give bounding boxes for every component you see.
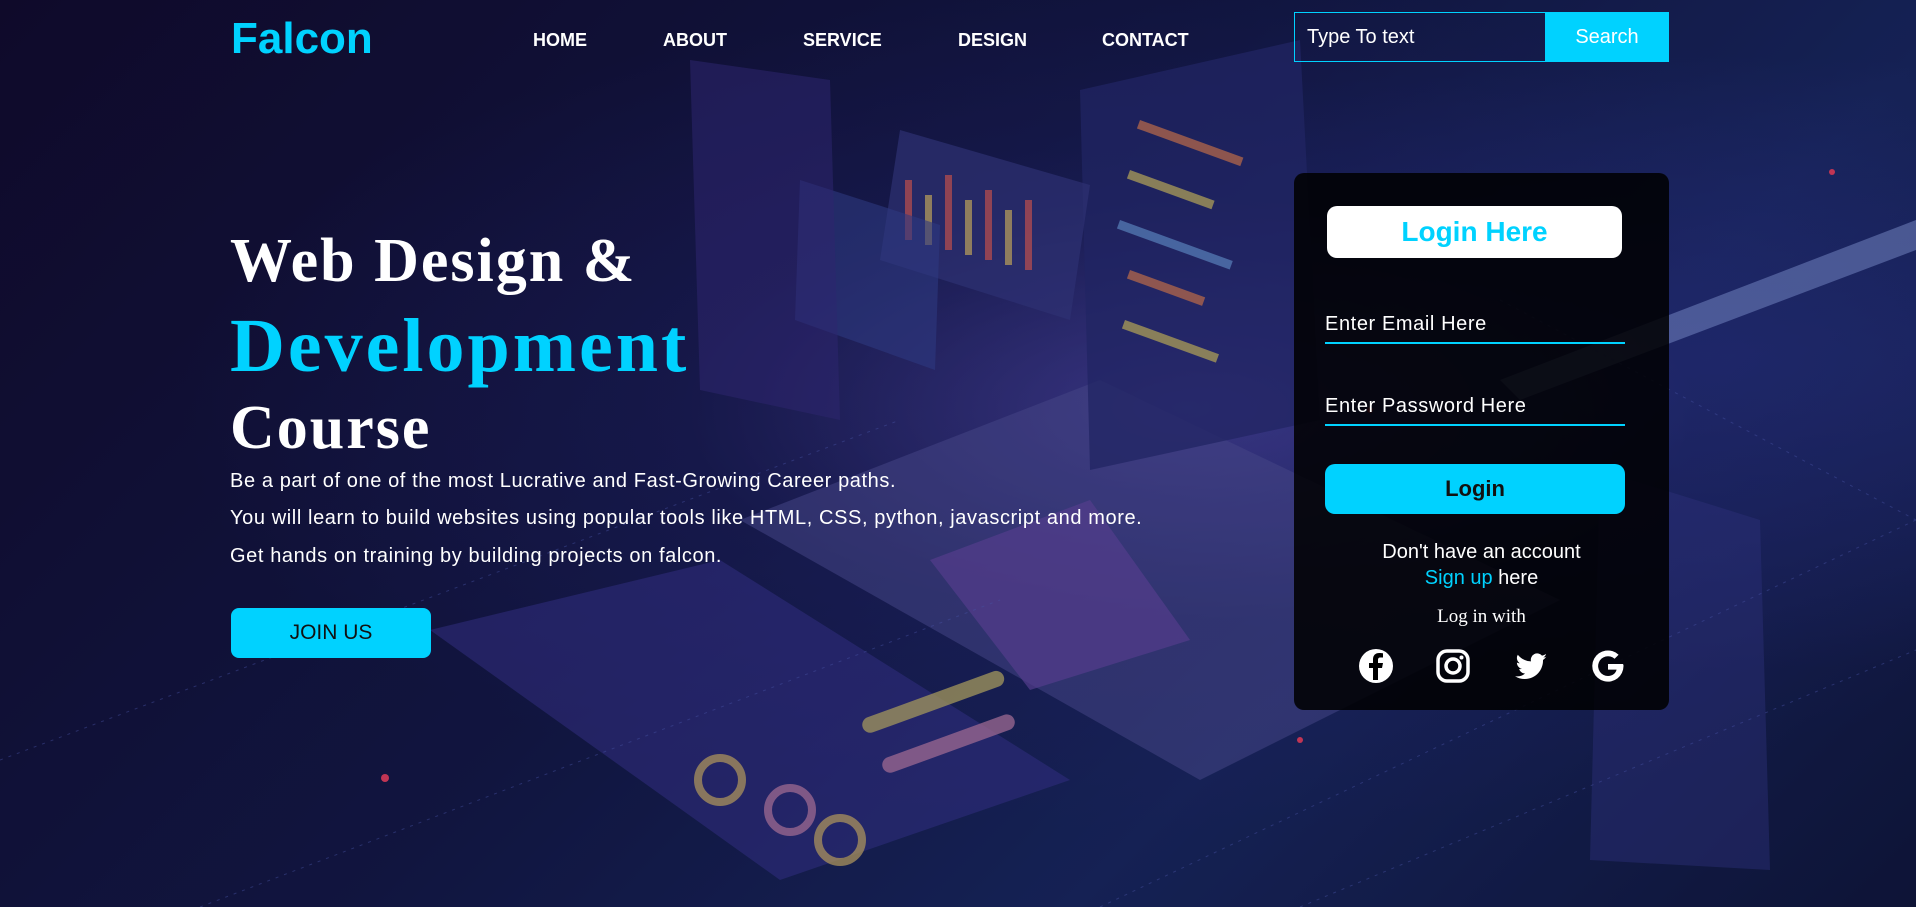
google-icon[interactable] <box>1589 647 1627 685</box>
no-account-text: Don't have an account <box>1382 541 1581 563</box>
hero-title-line3: Course <box>230 394 432 462</box>
password-field[interactable] <box>1325 384 1625 426</box>
login-title: Login Here <box>1327 206 1622 258</box>
signup-prompt: Don't have an account Sign up here <box>1294 539 1669 591</box>
signup-suffix: here <box>1492 567 1539 589</box>
hero-title-line2: Development <box>230 304 690 388</box>
hero-paragraph-2: You will learn to build websites using p… <box>230 507 1143 529</box>
search-bar: Search <box>1294 12 1669 62</box>
log-in-with-label: Log in with <box>1437 606 1526 627</box>
nav-home[interactable]: HOME <box>533 30 587 51</box>
login-card: Login Here Login Don't have an account S… <box>1294 173 1669 710</box>
nav-about[interactable]: ABOUT <box>663 30 727 51</box>
hero-title-line1: Web Design & <box>230 227 637 295</box>
instagram-icon[interactable] <box>1434 647 1472 685</box>
nav-design[interactable]: DESIGN <box>958 30 1027 51</box>
site-logo[interactable]: Falcon <box>231 14 373 64</box>
nav-service[interactable]: SERVICE <box>803 30 882 51</box>
search-input[interactable] <box>1294 12 1545 62</box>
signup-link[interactable]: Sign up <box>1425 567 1493 589</box>
join-us-button[interactable]: JOIN US <box>231 608 431 658</box>
nav-contact[interactable]: CONTACT <box>1102 30 1189 51</box>
email-field[interactable] <box>1325 302 1625 344</box>
login-button[interactable]: Login <box>1325 464 1625 514</box>
hero-paragraph-3: Get hands on training by building projec… <box>230 545 723 567</box>
social-login-row <box>1357 647 1627 685</box>
search-button[interactable]: Search <box>1545 12 1669 62</box>
twitter-icon[interactable] <box>1512 647 1550 685</box>
hero-paragraph-1: Be a part of one of the most Lucrative a… <box>230 470 897 492</box>
facebook-icon[interactable] <box>1357 647 1395 685</box>
